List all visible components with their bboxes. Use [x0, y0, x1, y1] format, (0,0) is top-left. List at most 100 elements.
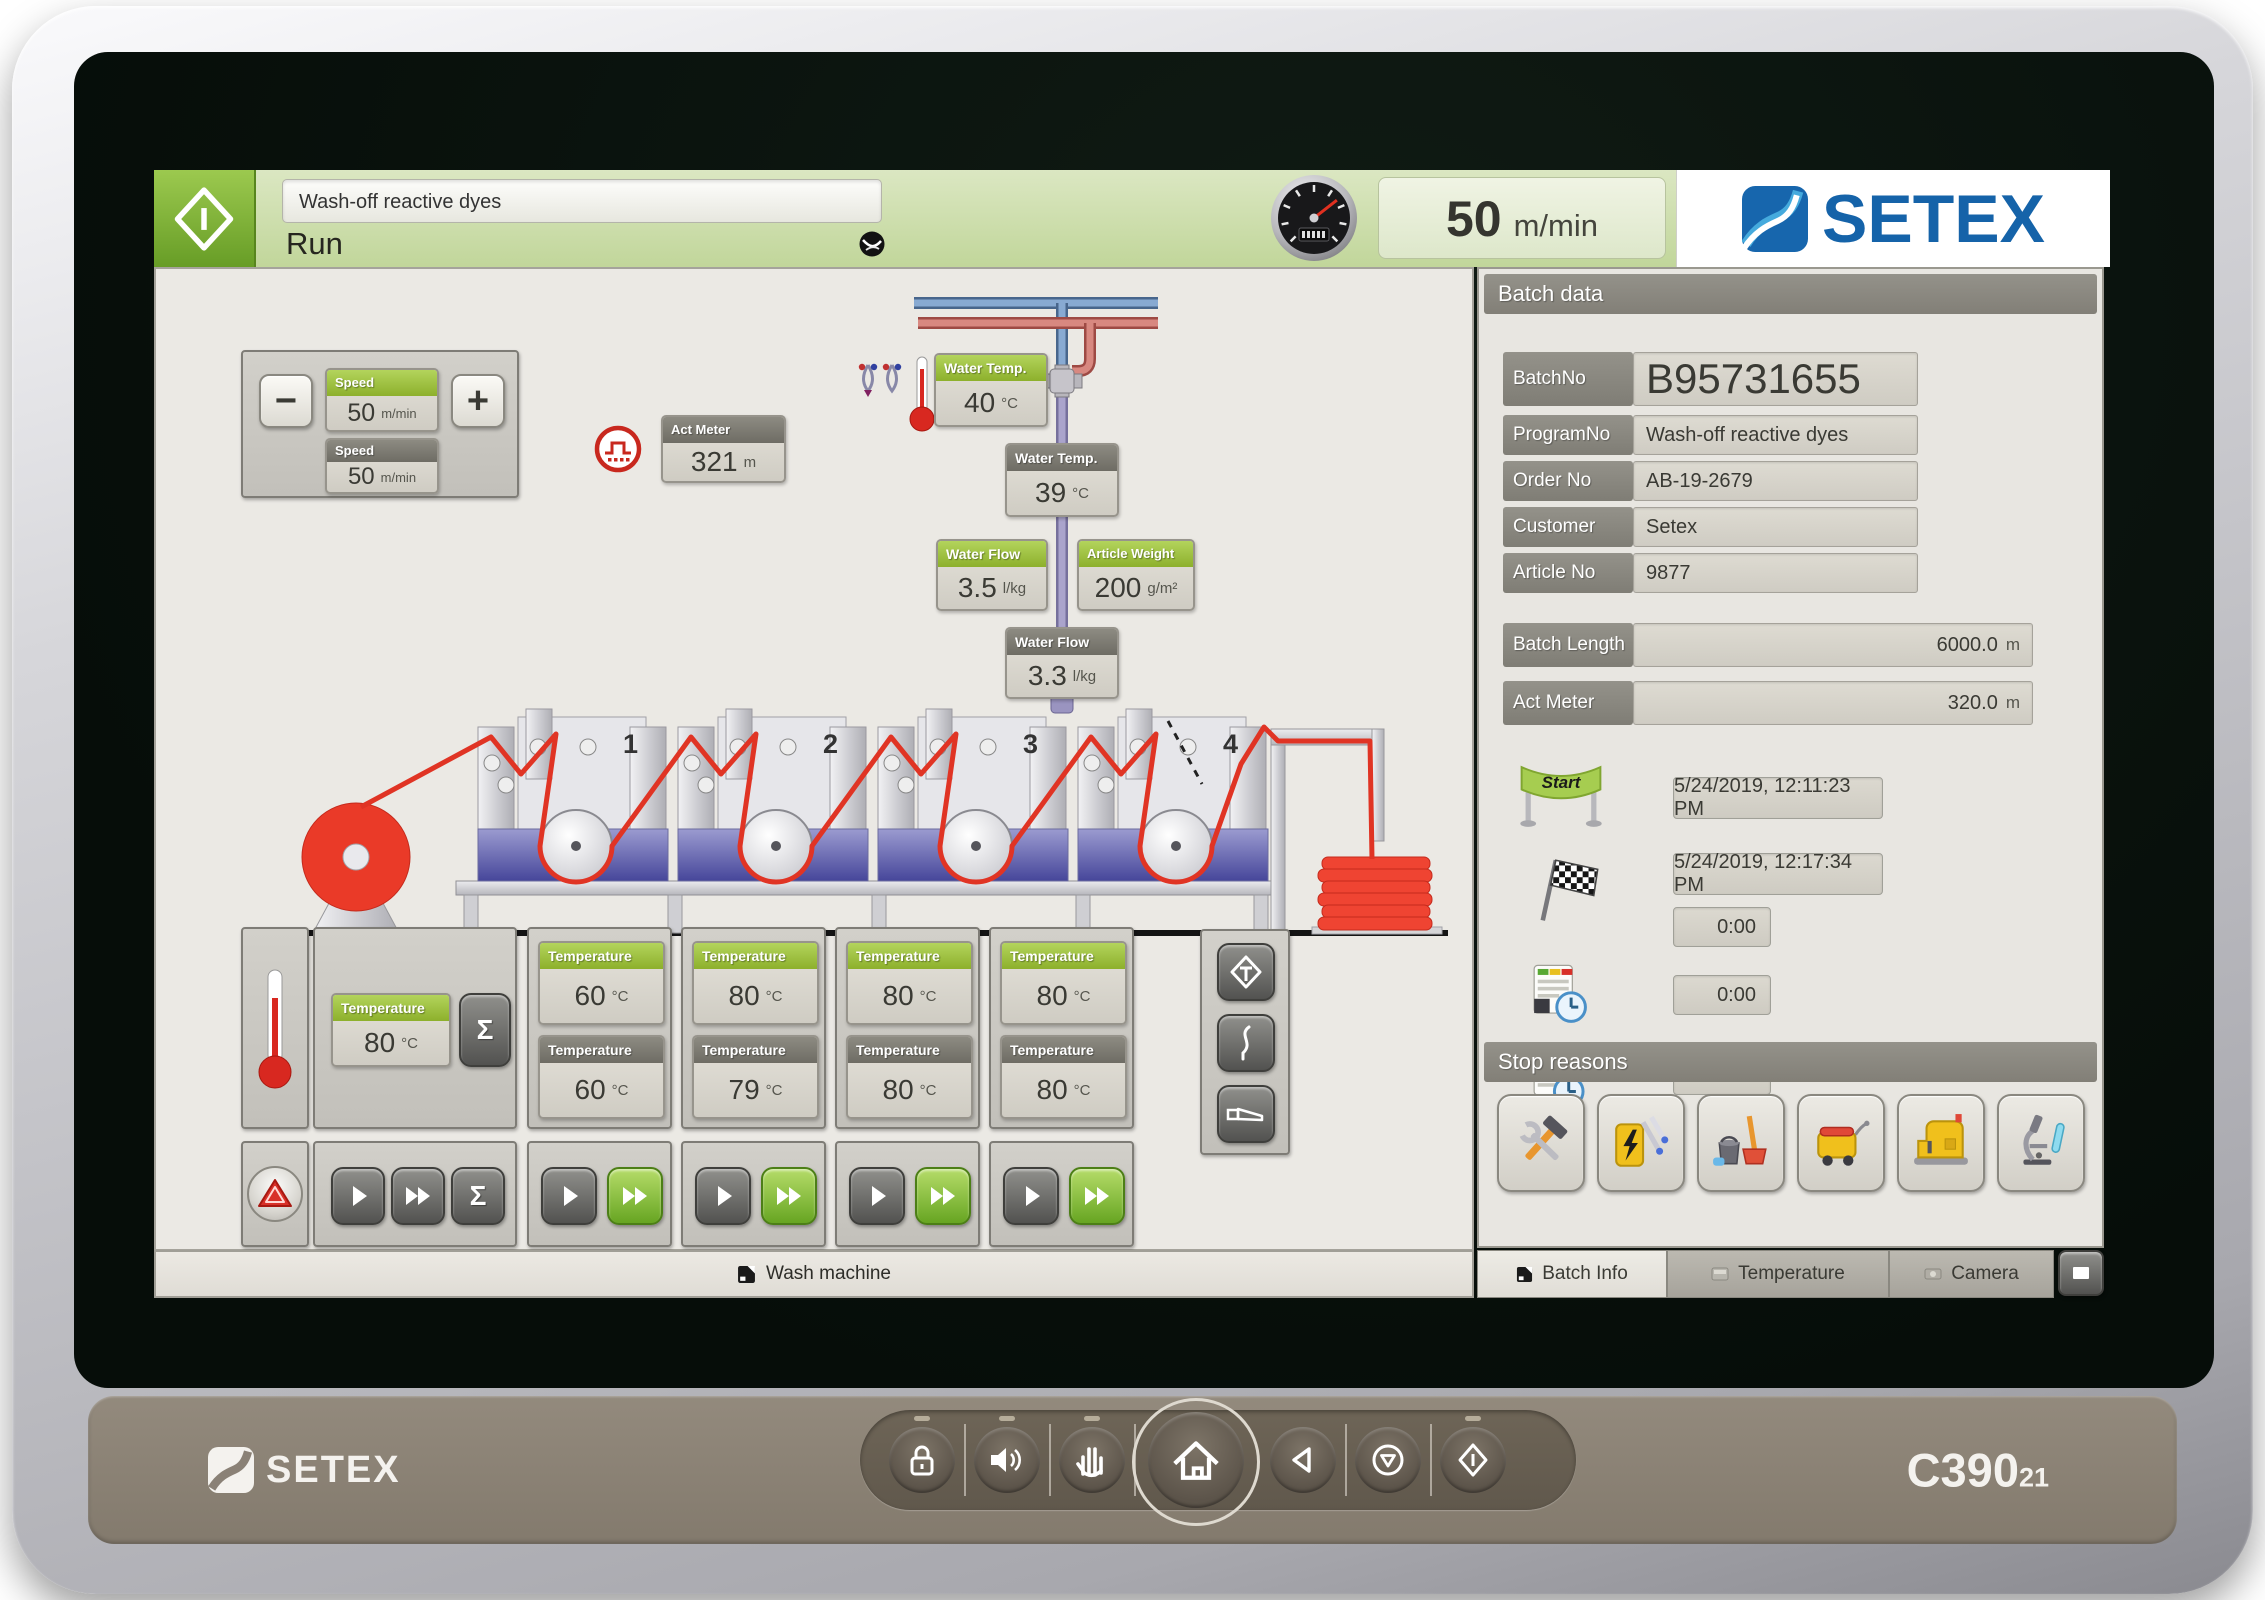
customer-value: Setex — [1633, 507, 1918, 547]
start-button[interactable] — [1440, 1427, 1506, 1493]
globe-icon[interactable] — [858, 230, 886, 258]
tab-batch-info-label: Batch Info — [1542, 1263, 1628, 1285]
speed-actual-display: Speed 50m/min — [325, 438, 439, 494]
alarm-triangle-icon — [255, 1174, 295, 1214]
stop-icon — [1369, 1441, 1407, 1479]
temperature-main-display: Temperature 80°C — [331, 993, 451, 1067]
article-weight-display: Article Weight 200g/m² — [1077, 539, 1195, 611]
horn-button[interactable] — [1217, 1085, 1275, 1143]
fast-forward-icon — [929, 1184, 957, 1208]
tab-temperature[interactable]: Temperature — [1667, 1250, 1889, 1298]
batch-panel: Batch data BatchNo B95731655 ProgramNo W… — [1477, 267, 2104, 1248]
temperature-main-group: Temperature 80°C Σ — [313, 927, 517, 1129]
start-time-field: 5/24/2019, 12:11:23 PM — [1673, 777, 1883, 819]
cleaning-icon — [1710, 1112, 1772, 1174]
led-indicator — [999, 1416, 1015, 1421]
brand-logo: SETEX — [1676, 170, 2110, 267]
machine-panel: 1 2 — [154, 267, 1474, 1251]
fast-forward-icon — [1083, 1184, 1111, 1208]
hand-icon — [1073, 1441, 1111, 1479]
speed-decrease-button[interactable]: − — [259, 374, 313, 428]
section-2-run-button[interactable] — [695, 1167, 751, 1225]
wait-duration-field: 0:00 — [1673, 975, 1771, 1015]
section-4-controls — [989, 1141, 1134, 1247]
right-tab-bar: Batch Info Temperature Camera — [1477, 1250, 2104, 1298]
svg-text:1: 1 — [623, 729, 638, 759]
play-icon — [865, 1184, 889, 1208]
section-1-run-button[interactable] — [541, 1167, 597, 1225]
alarm-button[interactable] — [247, 1166, 303, 1222]
stop-duration-field: 0:00 — [1673, 907, 1771, 947]
tab-camera[interactable]: Camera — [1889, 1250, 2054, 1298]
stop-reason-sewing-button[interactable] — [1897, 1094, 1985, 1192]
camera-tab-icon — [1924, 1265, 1942, 1283]
fabric-feed-roll — [302, 803, 410, 931]
temp-section-3: Temperature 80°C Temperature 80°C — [835, 927, 980, 1129]
speaker-icon — [988, 1442, 1026, 1478]
stop-reason-mechanical-button[interactable] — [1497, 1094, 1585, 1192]
top-bar: Wash-off reactive dyes Run — [154, 170, 2110, 267]
section-4-run-button[interactable] — [1003, 1167, 1059, 1225]
back-button[interactable] — [1270, 1427, 1336, 1493]
home-button[interactable] — [1148, 1412, 1244, 1508]
section-2-fast-button[interactable] — [761, 1167, 817, 1225]
batch-info-icon — [1516, 1266, 1533, 1283]
sum-run-button[interactable]: Σ — [451, 1167, 505, 1225]
manual-mode-button[interactable] — [1059, 1427, 1125, 1493]
hardware-button-bar — [860, 1410, 1576, 1510]
electrical-icon — [1610, 1112, 1672, 1174]
fabric-stack — [1312, 857, 1442, 934]
home-icon — [1170, 1434, 1222, 1486]
temp-section-2: Temperature 80°C Temperature 79°C — [681, 927, 826, 1129]
speed-setpoint-display: Speed 50m/min — [325, 368, 439, 432]
program-no-value: Wash-off reactive dyes — [1633, 415, 1918, 455]
doffer-button[interactable] — [1217, 943, 1275, 1001]
collapse-panel-button[interactable] — [2058, 1250, 2104, 1296]
batch-row-label: ProgramNo — [1503, 415, 1633, 455]
status-area: Wash-off reactive dyes Run — [256, 170, 1676, 267]
run-control-group: Σ — [313, 1141, 517, 1247]
water-temp-actual-display: Water Temp. 39°C — [1005, 443, 1119, 517]
stop-reason-cleaning-button[interactable] — [1697, 1094, 1785, 1192]
play-icon — [711, 1184, 735, 1208]
fast-forward-button[interactable] — [391, 1167, 445, 1225]
section-3-fast-button[interactable] — [915, 1167, 971, 1225]
tools-icon — [1510, 1112, 1572, 1174]
stop-reason-electrical-button[interactable] — [1597, 1094, 1685, 1192]
section-3-run-button[interactable] — [849, 1167, 905, 1225]
lock-button[interactable] — [889, 1427, 955, 1493]
section-1-controls — [527, 1141, 672, 1247]
screen: Wash-off reactive dyes Run — [74, 52, 2214, 1388]
water-flow-setpoint-display: Water Flow 3.5l/kg — [936, 539, 1048, 611]
utility-button-column — [1200, 929, 1290, 1155]
play-icon — [1019, 1184, 1043, 1208]
act-meter-row-label: Act Meter — [1503, 681, 1633, 725]
step-button[interactable] — [331, 1167, 385, 1225]
stop-reason-transport-button[interactable] — [1797, 1094, 1885, 1192]
led-indicator — [914, 1416, 930, 1421]
speed-readout: 50 m/min — [1378, 177, 1666, 259]
temperature-tab-icon — [1711, 1265, 1729, 1283]
section-4-fast-button[interactable] — [1069, 1167, 1125, 1225]
stop-button[interactable] — [1355, 1427, 1421, 1493]
tab-wash-machine[interactable]: Wash machine — [154, 1250, 1474, 1298]
seam-button[interactable] — [1217, 1014, 1275, 1072]
start-banner-icon: Start — [1519, 761, 1603, 831]
thermometer-icon — [255, 963, 295, 1093]
section-1-fast-button[interactable] — [607, 1167, 663, 1225]
transport-cart-icon — [1810, 1112, 1872, 1174]
volume-button[interactable] — [974, 1427, 1040, 1493]
model-number: C39021 — [1907, 1443, 2049, 1498]
window-icon — [2071, 1265, 2091, 1281]
stop-reason-laboratory-button[interactable] — [1997, 1094, 2085, 1192]
temperature-sum-button[interactable]: Σ — [459, 993, 511, 1067]
program-name-field[interactable]: Wash-off reactive dyes — [282, 179, 882, 223]
doffer-icon — [1228, 954, 1264, 990]
svg-text:4: 4 — [1223, 729, 1238, 759]
back-arrow-icon — [1286, 1443, 1320, 1477]
speed-increase-button[interactable]: + — [451, 374, 505, 428]
svg-text:3: 3 — [1023, 729, 1038, 759]
stop-reasons-header: Stop reasons — [1484, 1042, 2097, 1082]
tab-batch-info[interactable]: Batch Info — [1477, 1250, 1667, 1298]
start-diamond-icon — [165, 180, 243, 258]
